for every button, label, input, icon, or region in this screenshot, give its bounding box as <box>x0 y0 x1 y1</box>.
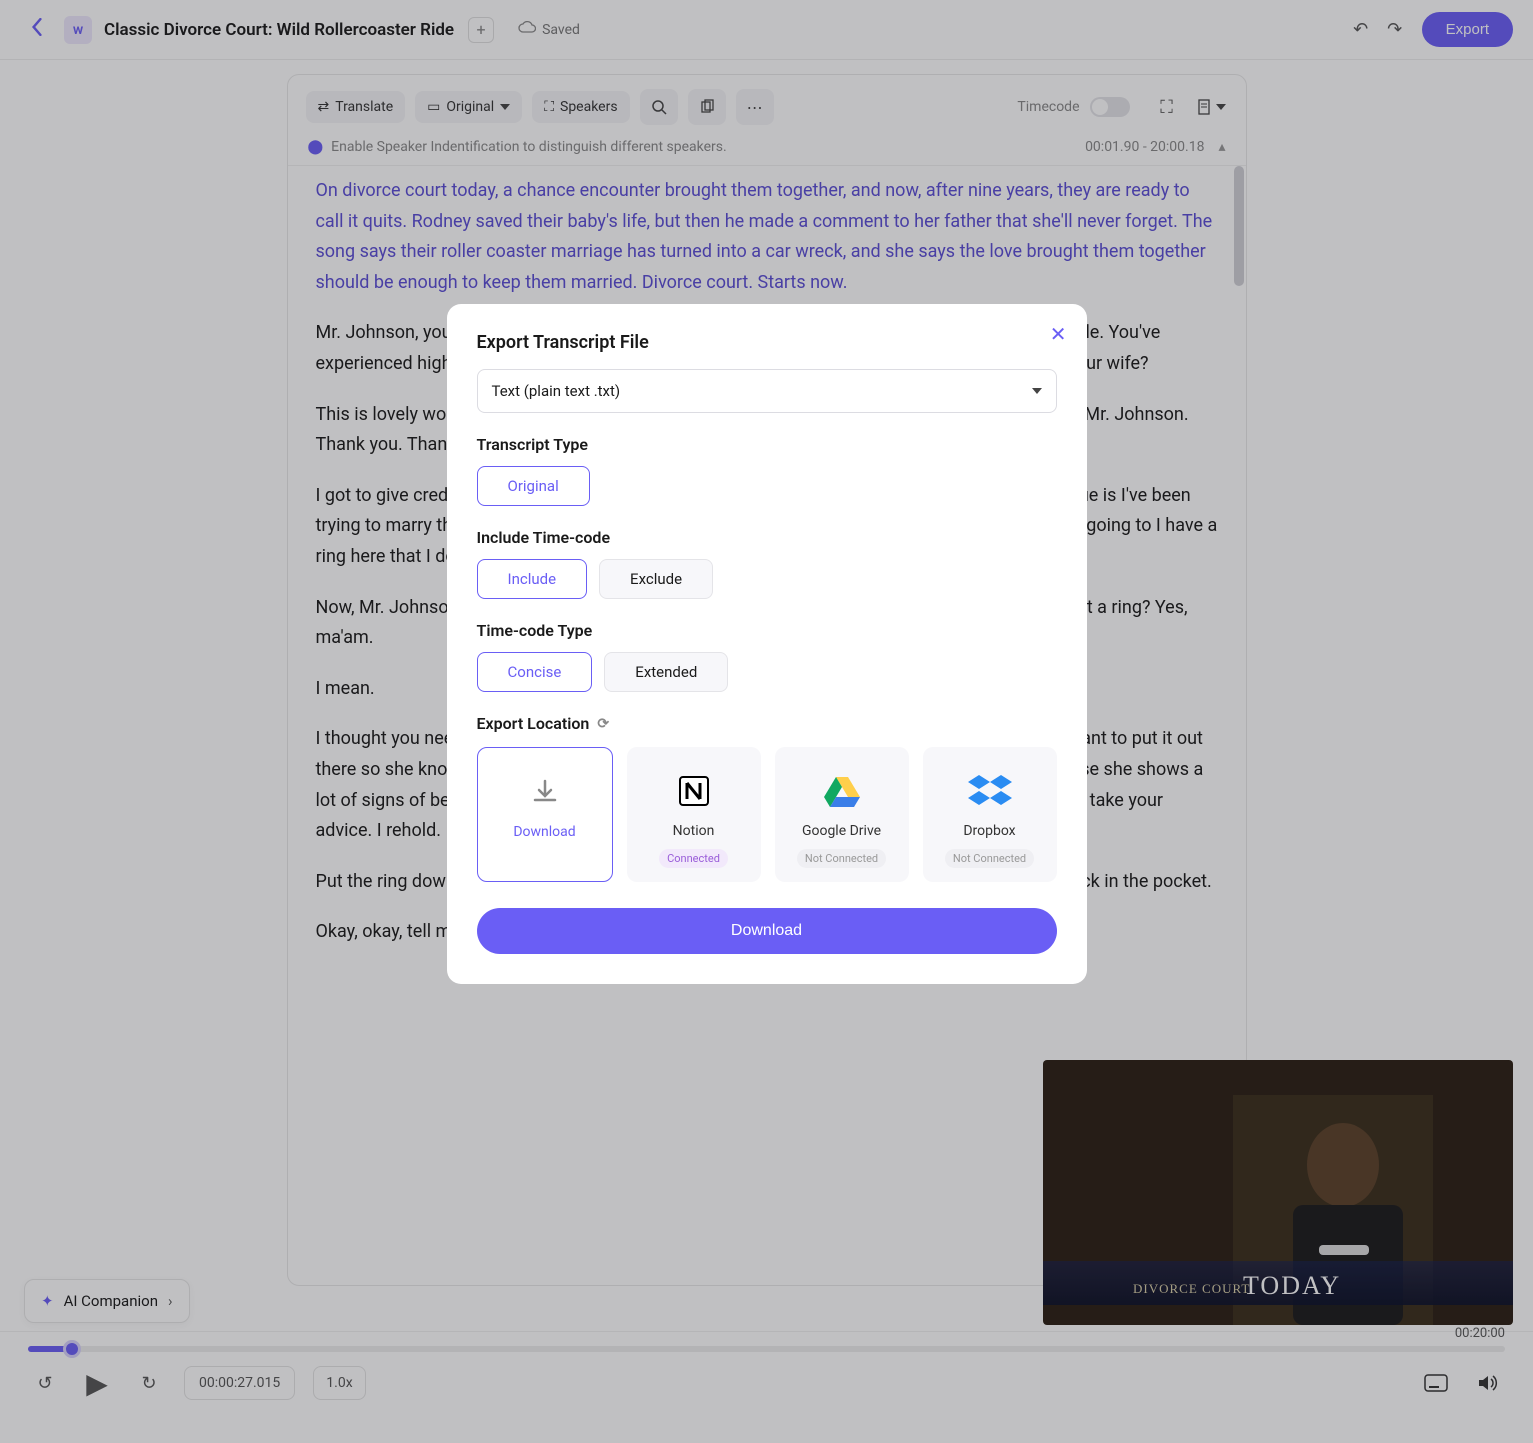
status-badge: Not Connected <box>945 849 1034 868</box>
export-location-label: Export Location <box>477 714 590 733</box>
export-location-gdrive[interactable]: Google Drive Not Connected <box>775 747 909 882</box>
include-timecode-label: Include Time-code <box>477 528 1057 547</box>
include-timecode-include[interactable]: Include <box>477 559 588 599</box>
transcript-type-label: Transcript Type <box>477 435 1057 454</box>
timecode-type-label: Time-code Type <box>477 621 1057 640</box>
modal-backdrop[interactable]: ✕ Export Transcript File Text (plain tex… <box>0 0 1533 1443</box>
modal-title: Export Transcript File <box>477 332 1057 353</box>
download-button[interactable]: Download <box>477 908 1057 954</box>
timecode-type-concise[interactable]: Concise <box>477 652 593 692</box>
status-badge: Connected <box>659 849 728 868</box>
format-select[interactable]: Text (plain text .txt) <box>477 369 1057 413</box>
refresh-icon[interactable]: ⟳ <box>597 716 609 732</box>
export-modal: ✕ Export Transcript File Text (plain tex… <box>447 304 1087 984</box>
status-badge: Not Connected <box>797 849 886 868</box>
close-button[interactable]: ✕ <box>1050 322 1067 346</box>
download-icon <box>523 770 567 814</box>
google-drive-icon <box>820 769 864 813</box>
export-location-download[interactable]: Download <box>477 747 613 882</box>
timecode-type-extended[interactable]: Extended <box>604 652 728 692</box>
chevron-down-icon <box>1032 388 1042 394</box>
dropbox-icon <box>968 769 1012 813</box>
notion-icon <box>672 769 716 813</box>
export-location-dropbox[interactable]: Dropbox Not Connected <box>923 747 1057 882</box>
transcript-type-original[interactable]: Original <box>477 466 590 506</box>
include-timecode-exclude[interactable]: Exclude <box>599 559 713 599</box>
export-location-notion[interactable]: Notion Connected <box>627 747 761 882</box>
